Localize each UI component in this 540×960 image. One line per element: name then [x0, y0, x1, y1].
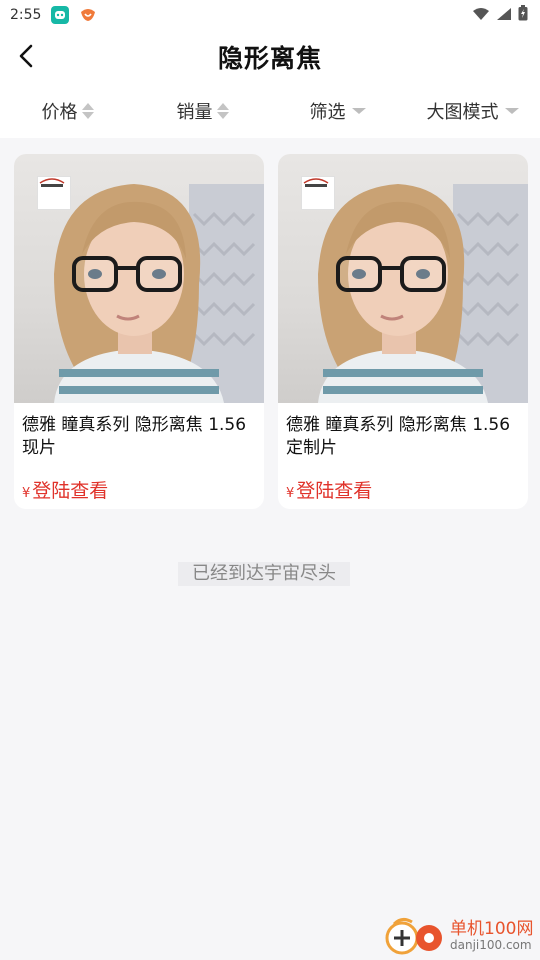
watermark-title: 单机100网	[450, 919, 534, 939]
filter-price[interactable]: 价格	[0, 98, 135, 124]
brand-logo	[37, 176, 71, 210]
product-price: ¥ 登陆查看	[22, 476, 108, 503]
price-text: 登陆查看	[296, 480, 373, 502]
status-bar: 2:55	[0, 0, 540, 30]
filter-price-label: 价格	[41, 102, 78, 123]
filter-view-mode-label: 大图模式	[426, 102, 499, 123]
filter-sales[interactable]: 销量	[135, 98, 270, 124]
product-image	[278, 154, 528, 403]
watermark-url: danji100.com	[450, 938, 532, 952]
product-card[interactable]: 德雅 瞳真系列 隐形离焦 1.56 定制片 ¥ 登陆查看	[278, 154, 528, 509]
filter-view-mode[interactable]: 大图模式	[405, 98, 540, 124]
brand-logo	[301, 176, 335, 210]
currency-symbol: ¥	[286, 486, 295, 501]
filter-sales-label: 销量	[176, 102, 213, 123]
signal-icon	[496, 6, 512, 25]
end-of-list-note: 已经到达宇宙尽头	[178, 562, 350, 586]
product-name: 德雅 瞳真系列 隐形离焦 1.56 现片	[22, 415, 247, 458]
app-notification-icon	[51, 6, 70, 24]
product-name: 德雅 瞳真系列 隐形离焦 1.56 定制片	[286, 415, 511, 458]
sort-arrows-icon	[81, 103, 94, 119]
wifi-icon	[472, 6, 490, 25]
battery-icon	[518, 5, 528, 25]
product-card[interactable]: 德雅 瞳真系列 隐形离焦 1.56 现片 ¥ 登陆查看	[14, 154, 264, 509]
caret-down-icon	[351, 108, 366, 114]
app-notification-icon-2	[79, 6, 97, 24]
status-time: 2:55	[10, 7, 42, 23]
watermark-logo-icon	[385, 917, 442, 955]
watermark: 单机100网 danji100.com	[384, 914, 534, 958]
product-image	[14, 154, 264, 403]
navigation-bar: 隐形离焦	[0, 30, 540, 84]
caret-down-icon	[504, 108, 519, 114]
product-grid: 德雅 瞳真系列 隐形离焦 1.56 现片 ¥ 登陆查看 德雅 瞳真系列 隐形离焦…	[14, 154, 528, 509]
sort-arrows-icon	[216, 103, 229, 119]
filter-screen-label: 筛选	[309, 102, 346, 123]
currency-symbol: ¥	[22, 486, 31, 501]
filter-screen[interactable]: 筛选	[270, 98, 405, 124]
chevron-left-icon	[19, 44, 33, 68]
product-price: ¥ 登陆查看	[286, 476, 372, 503]
page-title: 隐形离焦	[217, 44, 322, 73]
filter-bar: 价格 销量 筛选 大图模式	[0, 84, 540, 138]
back-button[interactable]	[8, 38, 44, 74]
price-text: 登陆查看	[32, 480, 109, 502]
